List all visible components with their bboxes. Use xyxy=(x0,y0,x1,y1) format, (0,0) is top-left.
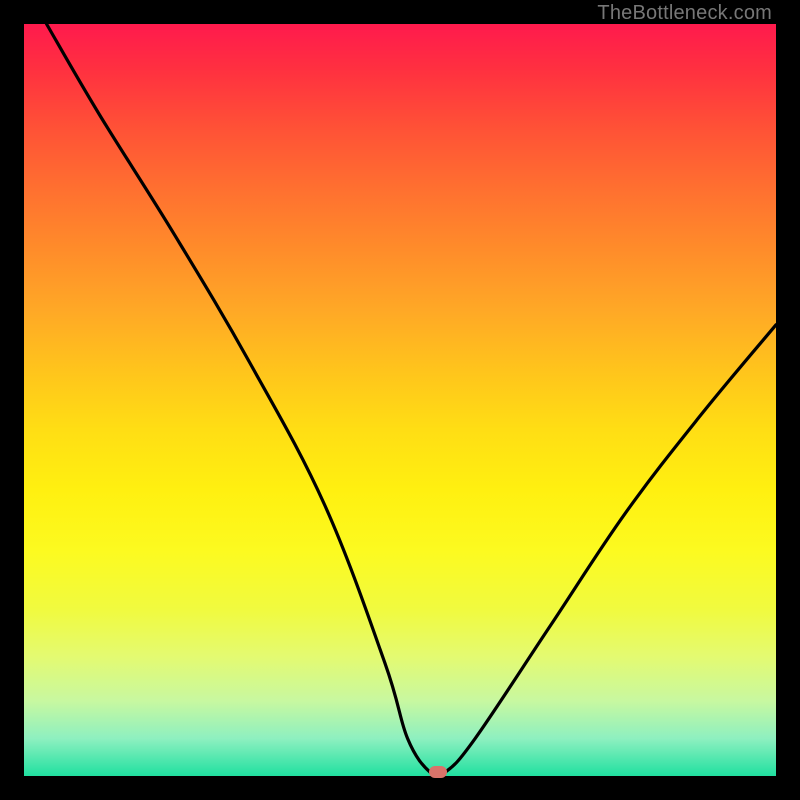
plot-area xyxy=(24,24,776,776)
minimum-marker xyxy=(429,766,447,778)
attribution-label: TheBottleneck.com xyxy=(597,2,772,25)
bottleneck-curve xyxy=(47,24,776,777)
chart-container: TheBottleneck.com xyxy=(0,0,800,800)
curve-svg xyxy=(24,24,776,776)
